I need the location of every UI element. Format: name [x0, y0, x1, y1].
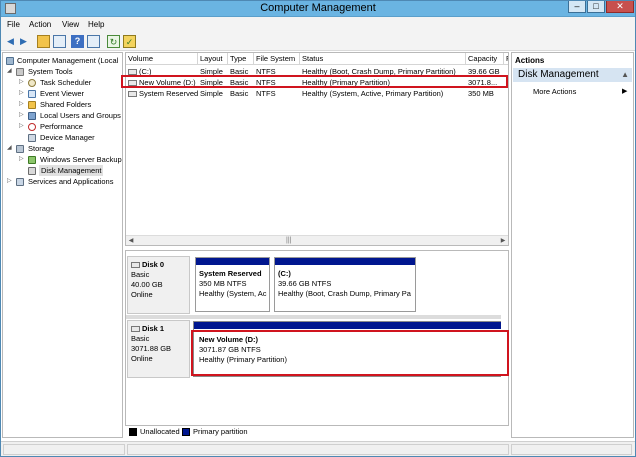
actions-pane: Actions Disk Management ▲ More Actions ▶ [511, 52, 634, 438]
menu-view[interactable]: View [62, 20, 79, 29]
tree-node-windows-server-backup[interactable]: ▷ Windows Server Backup [3, 154, 122, 165]
shared-folder-icon [28, 101, 36, 109]
tree-node-storage[interactable]: ◢ Storage [3, 143, 122, 154]
tree-node-shared-folders[interactable]: ▷ Shared Folders [3, 99, 122, 110]
scroll-right-icon[interactable]: ▶ [498, 236, 508, 245]
column-header-status[interactable]: Status [300, 53, 466, 65]
tree-node-system-tools[interactable]: ◢ System Tools [3, 66, 122, 77]
partition-bar [196, 258, 269, 265]
tree-node-device-manager[interactable]: Device Manager [3, 132, 122, 143]
column-header-file-system[interactable]: File System [254, 53, 300, 65]
refresh-icon[interactable]: ↻ [107, 35, 120, 48]
disk-icon [131, 262, 140, 269]
tools-icon [16, 68, 24, 76]
close-button[interactable]: ✕ [606, 0, 634, 13]
legend-label-primary: Primary partition [193, 427, 248, 436]
volume-row[interactable]: System Reserved Simple Basic NTFS Health… [126, 88, 508, 99]
status-segment [511, 444, 632, 455]
help-icon[interactable]: ? [71, 35, 84, 48]
maximize-button[interactable]: □ [587, 0, 605, 13]
properties-icon[interactable] [87, 35, 100, 48]
status-bar [0, 441, 636, 457]
tree-node-task-scheduler[interactable]: ▷ Task Scheduler [3, 77, 122, 88]
legend: Unallocated Primary partition [125, 426, 509, 438]
tree-node-performance[interactable]: ▷ Performance [3, 121, 122, 132]
scroll-grip-icon[interactable]: ||| [286, 237, 291, 244]
legend-label-unallocated: Unallocated [140, 427, 180, 436]
show-hide-tree-icon[interactable] [53, 35, 66, 48]
legend-swatch-unallocated [129, 428, 137, 436]
status-segment [3, 444, 125, 455]
minimize-button[interactable]: – [568, 0, 586, 13]
scroll-left-icon[interactable]: ◀ [126, 236, 136, 245]
partition-system-reserved[interactable]: System Reserved 350 MB NTFS Healthy (Sys… [195, 257, 270, 312]
storage-icon [16, 145, 24, 153]
expand-icon[interactable]: ▷ [19, 99, 25, 110]
tree-node-event-viewer[interactable]: ▷ Event Viewer [3, 88, 122, 99]
legend-swatch-primary [182, 428, 190, 436]
clock-icon [28, 79, 36, 87]
performance-icon [28, 123, 36, 131]
status-segment [127, 444, 509, 455]
collapse-icon[interactable]: ◢ [7, 143, 13, 154]
users-icon [28, 112, 36, 120]
action-more-actions[interactable]: More Actions [533, 87, 576, 96]
highlight-volume-row [121, 75, 508, 88]
export-icon[interactable]: ✓ [123, 35, 136, 48]
title-bar: Computer Management – □ ✕ [0, 0, 636, 17]
column-header-capacity[interactable]: Capacity [466, 53, 504, 65]
partition-c[interactable]: (C:) 39.66 GB NTFS Healthy (Boot, Crash … [274, 257, 416, 312]
up-folder-icon[interactable] [37, 35, 50, 48]
actions-section-disk-management[interactable]: Disk Management ▲ [513, 68, 632, 82]
menu-help[interactable]: Help [88, 20, 104, 29]
tree-node-local-users[interactable]: ▷ Local Users and Groups [3, 110, 122, 121]
disk-0-header[interactable]: Disk 0 Basic 40.00 GB Online [127, 256, 190, 314]
column-header-free[interactable]: F [504, 53, 508, 65]
window-title: Computer Management [260, 2, 376, 14]
forward-icon[interactable]: ▶ [17, 35, 30, 48]
disk-1-header[interactable]: Disk 1 Basic 3071.88 GB Online [127, 320, 190, 378]
toolbar: ◀ ▶ ? ↻ ✓ [0, 33, 636, 51]
device-manager-icon [28, 134, 36, 142]
computer-icon [6, 57, 14, 65]
disk-separator [126, 315, 508, 319]
submenu-arrow-icon[interactable]: ▶ [622, 87, 627, 95]
menu-bar: File Action View Help [0, 17, 636, 33]
horizontal-scrollbar[interactable]: ◀ ||| ▶ [126, 235, 508, 245]
partition-bar [275, 258, 415, 265]
menu-file[interactable]: File [7, 20, 20, 29]
backup-icon [28, 156, 36, 164]
disk-icon [131, 326, 140, 333]
volume-icon [128, 91, 137, 98]
console-tree: Computer Management (Local ◢ System Tool… [2, 52, 123, 438]
expand-icon[interactable]: ▷ [19, 121, 25, 132]
menu-action[interactable]: Action [29, 20, 51, 29]
expand-icon[interactable]: ▷ [19, 154, 25, 165]
event-viewer-icon [28, 90, 36, 98]
tree-node-root[interactable]: Computer Management (Local [3, 55, 122, 66]
tree-node-services-applications[interactable]: ▷ Services and Applications [3, 176, 122, 187]
collapse-icon[interactable]: ◢ [7, 66, 13, 77]
back-icon[interactable]: ◀ [4, 35, 17, 48]
column-header-type[interactable]: Type [228, 53, 254, 65]
actions-header: Actions [515, 56, 545, 65]
services-icon [16, 178, 24, 186]
expand-icon[interactable]: ▷ [19, 77, 25, 88]
collapse-up-icon[interactable]: ▲ [621, 68, 629, 82]
column-header-volume[interactable]: Volume [126, 53, 198, 65]
expand-icon[interactable]: ▷ [19, 88, 25, 99]
expand-icon[interactable]: ▷ [7, 176, 13, 187]
partition-bar [194, 322, 506, 329]
column-header-layout[interactable]: Layout [198, 53, 228, 65]
tree-node-disk-management[interactable]: Disk Management [3, 165, 122, 176]
disk-management-icon [28, 167, 36, 175]
highlight-partition-d [191, 330, 509, 376]
expand-icon[interactable]: ▷ [19, 110, 25, 121]
